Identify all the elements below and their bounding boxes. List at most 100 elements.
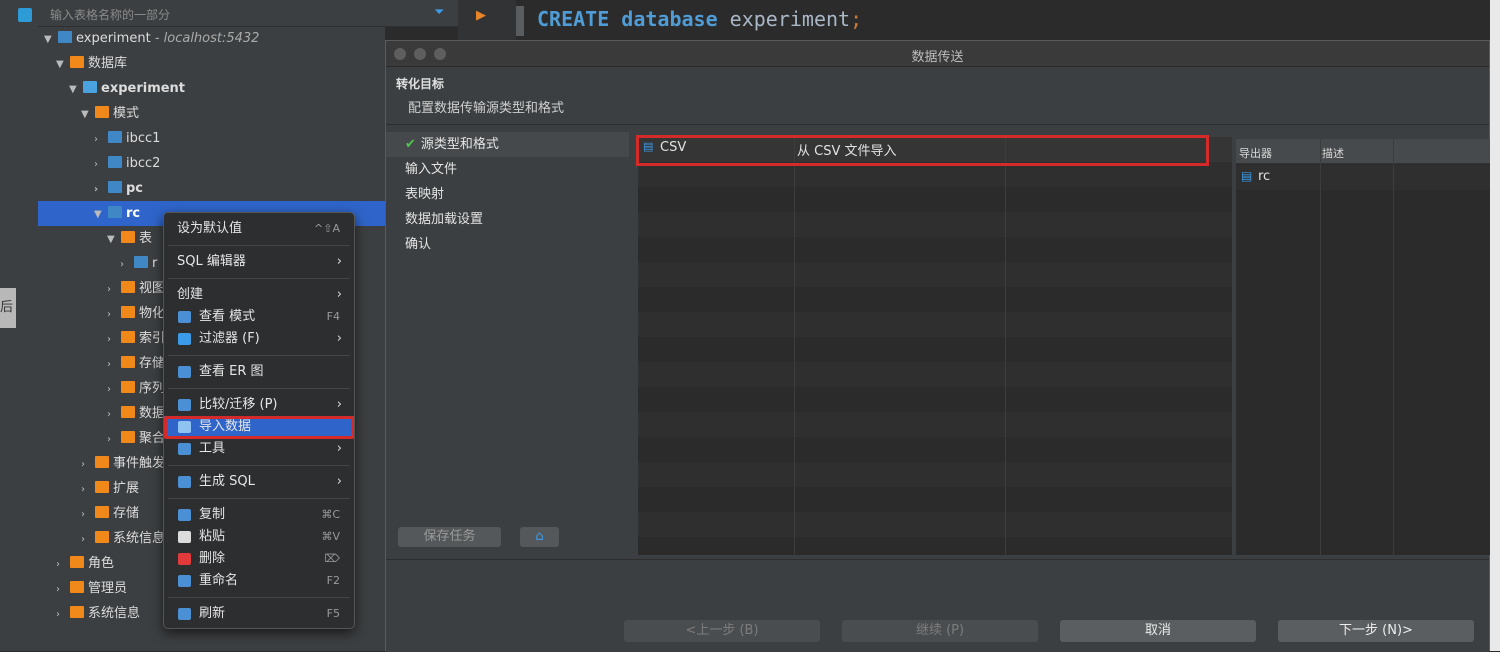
tree-databases[interactable]: ▼ 数据库 bbox=[56, 51, 127, 76]
views-folder-icon bbox=[121, 281, 135, 293]
tree-table-r[interactable]: › r bbox=[120, 251, 157, 276]
chevron-right-icon[interactable]: › bbox=[56, 602, 70, 627]
grid-divider bbox=[1005, 137, 1006, 555]
grid-row bbox=[638, 437, 1232, 462]
chevron-right-icon[interactable]: › bbox=[81, 477, 95, 502]
menu-set-default[interactable]: 设为默认值 ^⇧A bbox=[164, 218, 354, 240]
chevron-right-icon[interactable]: › bbox=[56, 577, 70, 602]
chevron-down-icon[interactable]: ▼ bbox=[107, 227, 121, 252]
menu-compare[interactable]: 比较/迁移 (P) › bbox=[164, 394, 354, 416]
menu-generate-sql[interactable]: 生成 SQL › bbox=[164, 471, 354, 493]
tree-views[interactable]: › 视图 bbox=[107, 276, 165, 301]
tree-storage2[interactable]: › 存储 bbox=[81, 501, 139, 526]
chevron-right-icon[interactable]: › bbox=[81, 452, 95, 477]
tree-admins[interactable]: › 管理员 bbox=[56, 576, 127, 601]
menu-view-er[interactable]: 查看 ER 图 bbox=[164, 361, 354, 383]
tree-tables[interactable]: ▼ 表 bbox=[107, 226, 152, 251]
sql-semicolon: ; bbox=[850, 7, 863, 31]
chevron-right-icon[interactable]: › bbox=[107, 377, 121, 402]
menu-tools[interactable]: 工具 › bbox=[164, 438, 354, 460]
chevron-right-icon[interactable]: › bbox=[94, 127, 108, 152]
tree-db-experiment[interactable]: ▼ experiment bbox=[69, 76, 185, 101]
save-task-button[interactable]: 保存任务 bbox=[398, 527, 501, 547]
tree-extensions[interactable]: › 扩展 bbox=[81, 476, 139, 501]
col-description[interactable]: 描述 bbox=[1322, 145, 1344, 161]
chevron-right-icon[interactable]: › bbox=[107, 427, 121, 452]
step-input-files[interactable]: 输入文件 bbox=[386, 157, 629, 182]
tree-datatypes[interactable]: › 数据 bbox=[107, 401, 165, 426]
back-button[interactable]: <上一步 (B) bbox=[624, 620, 820, 642]
tree-schemas[interactable]: ▼ 模式 bbox=[81, 101, 139, 126]
task-config-icon[interactable]: ⌂ bbox=[520, 527, 559, 547]
continue-button[interactable]: 继续 (P) bbox=[842, 620, 1038, 642]
chevron-right-icon[interactable]: › bbox=[107, 352, 121, 377]
chevron-right-icon[interactable]: › bbox=[107, 302, 121, 327]
chevron-right-icon[interactable]: › bbox=[107, 327, 121, 352]
chevron-right-icon[interactable]: › bbox=[56, 552, 70, 577]
chevron-down-icon[interactable]: ▼ bbox=[94, 202, 108, 227]
chevron-down-icon[interactable]: ▼ bbox=[81, 102, 95, 127]
filter-icon[interactable]: ⏷ bbox=[434, 5, 444, 20]
menu-copy[interactable]: 复制 ⌘C bbox=[164, 504, 354, 526]
col-exporter[interactable]: 导出器 bbox=[1239, 145, 1272, 161]
er-diagram-icon bbox=[178, 366, 191, 378]
menu-delete[interactable]: 删除 ⌦ bbox=[164, 548, 354, 570]
tree-schema-pc[interactable]: › pc bbox=[94, 176, 143, 201]
chevron-right-icon[interactable]: › bbox=[94, 177, 108, 202]
tree-label: 物化 bbox=[139, 306, 166, 321]
menu-refresh[interactable]: 刷新 F5 bbox=[164, 603, 354, 625]
chevron-right-icon[interactable]: › bbox=[107, 277, 121, 302]
tree-roles[interactable]: › 角色 bbox=[56, 551, 114, 576]
chevron-right-icon[interactable]: › bbox=[94, 152, 108, 177]
page-description: 配置数据传输源类型和格式 bbox=[408, 101, 565, 116]
menu-rename[interactable]: 重命名 F2 bbox=[164, 570, 354, 592]
chevron-right-icon[interactable]: › bbox=[107, 402, 121, 427]
filter-input[interactable]: 输入表格名称的一部分 bbox=[50, 6, 170, 23]
menu-create[interactable]: 创建 › bbox=[164, 284, 354, 306]
step-source-type[interactable]: ✔ 源类型和格式 bbox=[386, 132, 629, 157]
tree-aggregates[interactable]: › 聚合 bbox=[107, 426, 165, 451]
tree-label: 模式 bbox=[113, 106, 140, 121]
tree-sequences[interactable]: › 序列 bbox=[107, 376, 165, 401]
menu-sql-editor[interactable]: SQL 编辑器 › bbox=[164, 251, 354, 273]
refresh-icon bbox=[178, 608, 191, 620]
chevron-down-icon[interactable]: ▼ bbox=[56, 52, 70, 77]
folder-icon bbox=[121, 356, 135, 368]
tree-schema-ibcc1[interactable]: › ibcc1 bbox=[94, 126, 160, 151]
menu-paste[interactable]: 粘贴 ⌘V bbox=[164, 526, 354, 548]
cancel-button[interactable]: 取消 bbox=[1060, 620, 1256, 642]
menu-view-schema[interactable]: 查看 模式 F4 bbox=[164, 306, 354, 328]
chevron-right-icon[interactable]: › bbox=[120, 252, 134, 277]
tree-indexes[interactable]: › 索引 bbox=[107, 326, 165, 351]
menu-shortcut: F2 bbox=[326, 574, 340, 587]
step-confirm[interactable]: 确认 bbox=[386, 232, 629, 257]
menu-shortcut: F5 bbox=[326, 607, 340, 620]
database-navigator-icon[interactable] bbox=[18, 8, 32, 22]
background-window-edge bbox=[1490, 0, 1500, 651]
tree-schema-rc[interactable]: ▼ rc bbox=[94, 201, 140, 226]
tree-sysinfo2[interactable]: › 系统信息 bbox=[56, 601, 140, 626]
chevron-down-icon[interactable]: ▼ bbox=[44, 27, 58, 52]
chevron-down-icon[interactable]: ▼ bbox=[69, 77, 83, 102]
exporter-row-label: rc bbox=[1258, 169, 1271, 184]
next-button[interactable]: 下一步 (N)> bbox=[1278, 620, 1474, 642]
tree-matviews[interactable]: › 物化 bbox=[107, 301, 165, 326]
tree-event-triggers[interactable]: › 事件触发 bbox=[81, 451, 165, 476]
tree-sysinfo[interactable]: › 系统信息 bbox=[81, 526, 165, 551]
tree-storage[interactable]: › 存储 bbox=[107, 351, 165, 376]
exporter-row[interactable]: ▤ rc bbox=[1236, 165, 1490, 190]
tree-schema-ibcc2[interactable]: › ibcc2 bbox=[94, 151, 160, 176]
grid-row bbox=[638, 412, 1232, 437]
step-load-settings[interactable]: 数据加载设置 bbox=[386, 207, 629, 232]
run-marker-icon[interactable]: ▶ bbox=[476, 8, 486, 23]
dialog-button-bar: <上一步 (B) 继续 (P) 取消 下一步 (N)> bbox=[386, 559, 1489, 652]
menu-label: 粘贴 bbox=[199, 529, 226, 544]
step-table-mapping[interactable]: 表映射 bbox=[386, 182, 629, 207]
menu-filter[interactable]: 过滤器 (F) › bbox=[164, 328, 354, 350]
grid-row bbox=[638, 362, 1232, 387]
chevron-right-icon[interactable]: › bbox=[81, 527, 95, 552]
chevron-right-icon[interactable]: › bbox=[81, 502, 95, 527]
dialog-title: 数据传送 bbox=[911, 50, 964, 65]
tree-connection-experiment[interactable]: ▼ experiment - localhost:5432 bbox=[44, 26, 259, 51]
sql-editor[interactable]: ▶ CREATE database experiment; bbox=[458, 0, 1500, 40]
